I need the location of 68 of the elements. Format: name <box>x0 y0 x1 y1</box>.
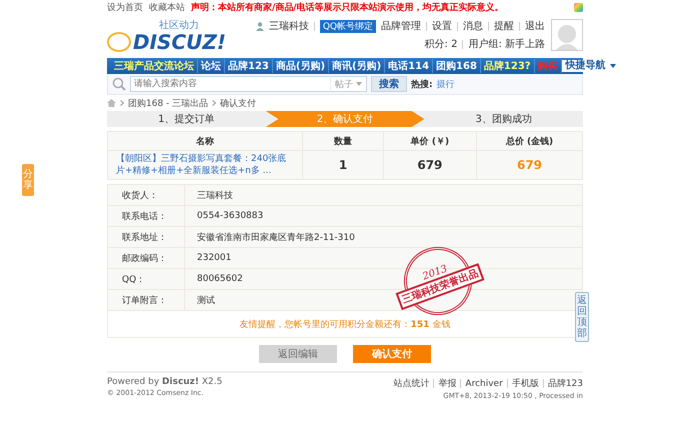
chevron-icon <box>120 100 124 106</box>
footer-link[interactable]: 站点统计 <box>393 377 430 390</box>
breadcrumb-link[interactable]: 确认支付 <box>220 96 256 110</box>
nav-item[interactable]: 电话114 <box>385 59 434 73</box>
footer-link[interactable]: 手机版 <box>512 377 539 390</box>
detail-label: 邮政编码： <box>108 248 185 268</box>
points-link[interactable]: 积分: 2 <box>424 37 458 51</box>
nav-item[interactable]: 品牌123 <box>225 59 273 73</box>
detail-value: 232001 <box>196 253 232 263</box>
nav-item[interactable]: 商讯(另购) <box>329 59 386 73</box>
powered-by-text: Powered by Discuz! X2.5 <box>107 377 222 387</box>
back-button[interactable]: 返回编辑 <box>259 345 337 363</box>
unit-price-cell: 679 <box>383 150 476 180</box>
disclaimer-text: 声明：本站所有商家/商品/电话等展示只限本站演示使用，均无真正实际意义。 <box>191 1 504 14</box>
qq-bind-button[interactable]: QQ帐号绑定 <box>320 20 376 32</box>
total-price-cell: 679 <box>476 150 582 180</box>
column-header: 单价 (￥) <box>383 132 476 150</box>
user-menu-link[interactable]: 退出 <box>525 19 545 33</box>
detail-value: 安徽省淮南市田家庵区青年路2-11-310 <box>196 232 355 244</box>
user-menu-link[interactable]: 品牌管理 <box>381 19 421 33</box>
chevron-icon <box>212 100 216 106</box>
detail-value: 0554-3630883 <box>196 211 264 221</box>
user-menu-link[interactable]: 消息 <box>463 19 483 33</box>
detail-label: 收货人： <box>108 185 185 205</box>
user-group-text: 用户组: 新手上路 <box>468 38 545 51</box>
progress-step: 3、团购成功 <box>424 111 584 127</box>
theme-icon[interactable] <box>574 2 583 12</box>
progress-step: 2、确认支付 <box>266 111 424 127</box>
hot-search-label: 热搜: <box>411 78 433 90</box>
detail-label: 联系地址： <box>108 227 185 247</box>
search-icon <box>112 77 126 91</box>
footer-link[interactable]: 品牌123 <box>548 377 583 390</box>
nav-item[interactable]: 品牌123? <box>480 59 535 73</box>
detail-value: 三瑞科技 <box>196 190 233 202</box>
column-header: 名称 <box>108 132 303 150</box>
top-link[interactable]: 设为首页 <box>107 0 143 14</box>
quantity-cell: 1 <box>302 150 384 180</box>
avatar-icon[interactable] <box>551 19 583 51</box>
column-header: 数量 <box>302 132 384 150</box>
search-field[interactable]: 请输入搜索内容 <box>130 76 330 92</box>
username-link[interactable]: 三瑞科技 <box>268 19 309 33</box>
product-link[interactable]: 【朝阳区】三野石摄影写真套餐：240张底片+精修+相册+全新服装任选+n多 ... <box>108 150 303 180</box>
column-header: 总价 (金钱) <box>476 132 582 150</box>
detail-label: 订单附言： <box>108 290 185 310</box>
logo-tagline: 社区动力 <box>159 18 200 32</box>
detail-value: 测试 <box>196 294 215 306</box>
user-icon <box>256 22 264 30</box>
logo-wordmark[interactable]: DISCUZ! <box>133 32 226 52</box>
progress-step: 1、提交订单 <box>107 111 266 127</box>
nav-item[interactable]: 团购168 <box>433 59 481 73</box>
top-link[interactable]: 收藏本站 <box>149 0 185 14</box>
caret-icon <box>356 82 362 86</box>
nav-item[interactable]: 商品(另购) <box>272 59 330 73</box>
footer-link[interactable]: Archiver <box>465 378 503 388</box>
detail-label: 联系电话： <box>108 206 185 226</box>
detail-value: 80065602 <box>196 274 243 284</box>
nav-item[interactable]: 论坛 <box>198 59 225 73</box>
search-button[interactable]: 搜索 <box>371 76 407 92</box>
caret-icon <box>610 64 616 68</box>
detail-label: QQ： <box>108 269 185 289</box>
user-menu-link[interactable]: 提醒 <box>494 19 514 33</box>
breadcrumb-link[interactable]: 团购168 - 三瑞出品 <box>128 96 208 110</box>
nav-item[interactable]: 三瑞产品交流论坛 <box>111 59 198 73</box>
footer-link[interactable]: 举报 <box>438 377 456 390</box>
back-to-top-button[interactable]: 返回顶部 <box>575 292 589 342</box>
home-icon[interactable] <box>107 99 116 107</box>
hot-search-link[interactable]: 摄行 <box>436 78 455 90</box>
user-menu-link[interactable]: 设置 <box>432 19 452 33</box>
